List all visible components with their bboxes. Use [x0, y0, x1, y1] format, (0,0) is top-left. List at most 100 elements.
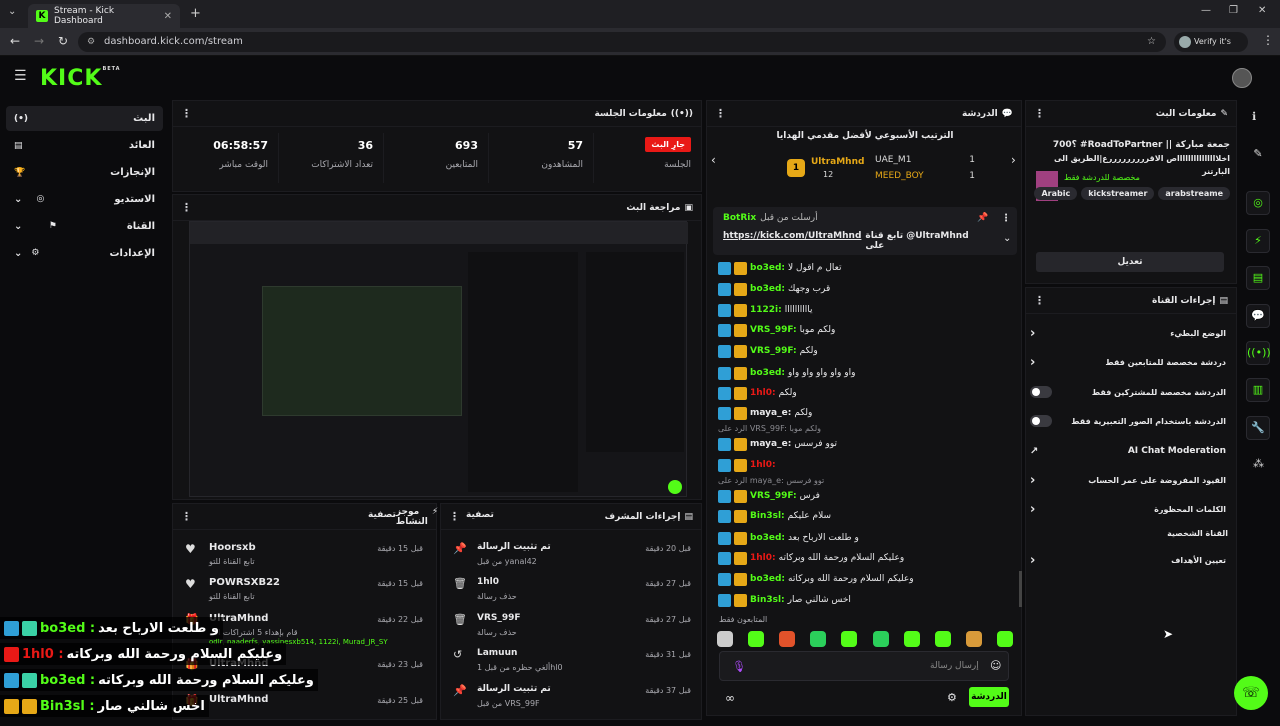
subs-only-toggle[interactable]	[1030, 386, 1052, 398]
emote[interactable]	[748, 631, 765, 647]
chat-message[interactable]: bo3ed: واو واو واو واو واو	[718, 363, 1014, 383]
help-button[interactable]: ☏	[1234, 676, 1268, 710]
more-options-icon[interactable]: ⋮	[181, 201, 192, 214]
mod-action-item[interactable]: 📌 تم تثبيت الرسالة من قبل VRS_99F قبل 37…	[449, 682, 699, 716]
more-options-icon[interactable]: ⋮	[1001, 213, 1011, 224]
emote[interactable]	[779, 631, 796, 647]
new-tab-icon[interactable]: +	[190, 6, 201, 21]
tag[interactable]: arabstreame	[1158, 187, 1230, 200]
chat-message[interactable]: Bin3sl: اخس شالني صار	[718, 590, 1014, 610]
more-options-icon[interactable]: ⋮	[181, 510, 192, 523]
mod-action-item[interactable]: 🗑 VRS_99F حذف رسالة قبل 27 دقيقة	[449, 611, 699, 645]
document-icon[interactable]: ▤	[1246, 266, 1270, 290]
chat-message[interactable]: bo3ed: وعليكم السلام ورحمة الله وبركاته	[718, 569, 1014, 589]
nav-item-studio[interactable]: ⌄ ◎ الاستديو	[6, 187, 163, 212]
emote[interactable]	[903, 631, 920, 647]
chat-icon[interactable]: 💬	[1246, 304, 1270, 328]
nav-item-settings[interactable]: ⌄ ⚙ الإعدادات	[6, 241, 163, 266]
more-options-icon[interactable]: ⋮	[715, 107, 726, 120]
emote[interactable]	[810, 631, 827, 647]
chat-message[interactable]: bo3ed: و طلعت الارباح بعد	[718, 528, 1014, 548]
url-field[interactable]: ⚙ dashboard.kick.com/stream ☆	[78, 32, 1166, 52]
category-name[interactable]: مخصصة للدردشة فقط	[1064, 173, 1140, 182]
channel-action-subs-only[interactable]: الدردشة مخصصة للمشتركين فقط	[1030, 381, 1226, 403]
chat-username[interactable]: bo3ed:	[750, 574, 785, 584]
back-icon[interactable]: ←	[10, 34, 20, 48]
channel-action-slow-mode[interactable]: › الوضع البطيء	[1030, 322, 1226, 344]
tag[interactable]: kickstreamer	[1081, 187, 1155, 200]
nav-item-revenue[interactable]: ▤ العائد	[6, 133, 163, 158]
layout-icon[interactable]: ▥	[1246, 378, 1270, 402]
mod-action-item[interactable]: ↺ Lamuun ألغي حظره من قبل 1hl0 قبل 31 دق…	[449, 646, 699, 680]
chat-username[interactable]: 1hl0:	[750, 460, 776, 470]
filter-button[interactable]: تصفية	[466, 510, 494, 523]
more-options-icon[interactable]: ⋮	[1034, 107, 1045, 120]
chat-username[interactable]: 1hl0:	[750, 388, 776, 398]
nav-item-achievements[interactable]: 🏆 الإنجازات	[6, 160, 163, 185]
chat-message[interactable]: bo3ed: قرب وجهك	[718, 279, 1014, 299]
activity-item[interactable]: ♥ POWRSXB22 تابع القناة للتو قبل 15 دقيق…	[181, 575, 431, 609]
chat-message[interactable]: 1hl0:	[718, 455, 1014, 475]
stream-video-preview[interactable]	[189, 221, 688, 497]
mod-action-item[interactable]: 📌 تم تثبيت الرسالة من قبل yanal42 قبل 20…	[449, 540, 699, 574]
chat-username[interactable]: VRS_99F:	[750, 346, 797, 356]
chat-scrollbar[interactable]	[1019, 571, 1022, 607]
nav-item-channel[interactable]: ⌄ ⚑ القناة	[6, 214, 163, 239]
kick-logo[interactable]: KICKBETA	[40, 66, 121, 91]
emote[interactable]	[934, 631, 951, 647]
emoji-icon[interactable]: ☺	[990, 659, 1001, 672]
emote-only-toggle[interactable]	[1030, 415, 1052, 427]
tag[interactable]: Arabic	[1034, 187, 1078, 200]
maximize-icon[interactable]: ❐	[1229, 5, 1238, 16]
channel-action-banned-words[interactable]: › الكلمات المحظورة	[1030, 498, 1226, 520]
pinned-link[interactable]: https://kick.com/UltraMhnd	[723, 231, 861, 251]
edit-button[interactable]: تعديل	[1036, 252, 1224, 272]
close-window-icon[interactable]: ✕	[1258, 5, 1266, 16]
bookmark-star-icon[interactable]: ☆	[1147, 32, 1156, 52]
settings-gear-icon[interactable]: ⚙	[947, 691, 957, 704]
chat-username[interactable]: bo3ed:	[750, 533, 785, 543]
chat-message[interactable]: VRS_99F: ولكم	[718, 341, 1014, 361]
chat-message[interactable]: maya_e: توو فرسس	[718, 434, 1014, 454]
chevron-right-icon[interactable]: ›	[1011, 153, 1016, 167]
chat-message[interactable]: Bin3sl: سلام عليكم	[718, 506, 1014, 526]
hamburger-menu-icon[interactable]: ☰	[14, 68, 27, 84]
emote[interactable]	[872, 631, 889, 647]
chat-username[interactable]: Bin3sl:	[750, 595, 785, 605]
chat-message[interactable]: 1hl0: وعليكم السلام ورحمة الله وبركاته	[718, 548, 1014, 568]
channel-action-emote-only[interactable]: الدردشة باستخدام الصور التعبيرية فقط	[1030, 410, 1226, 432]
send-chat-button[interactable]: الدردشة	[969, 687, 1009, 707]
reload-icon[interactable]: ↻	[58, 34, 68, 48]
chat-message[interactable]: maya_e: ولكم	[718, 403, 1014, 423]
chat-username[interactable]: bo3ed:	[750, 263, 785, 273]
pin-icon[interactable]: 📌	[977, 213, 988, 223]
site-info-icon[interactable]: ⚙	[87, 32, 95, 52]
chat-message[interactable]: VRS_99F: فرس	[718, 486, 1014, 506]
mod-action-item[interactable]: 🗑 1hl0 حذف رسالة قبل 27 دقيقة	[449, 575, 699, 609]
channel-action-ai-moderation[interactable]: ↗ AI Chat Moderation	[1030, 440, 1226, 462]
chat-message[interactable]: 1122i: ياااااااااا	[718, 300, 1014, 320]
chat-username[interactable]: VRS_99F:	[750, 325, 797, 335]
emote[interactable]	[717, 631, 733, 647]
more-options-icon[interactable]: ⋮	[449, 510, 460, 523]
infinity-icon[interactable]: ∞	[725, 691, 735, 705]
chat-username[interactable]: bo3ed:	[750, 284, 785, 294]
channel-action-account-age[interactable]: › القيود المفروضة على عمر الحساب	[1030, 469, 1226, 491]
browser-menu-icon[interactable]: ⋮	[1262, 33, 1274, 47]
target-icon[interactable]: ◎	[1246, 191, 1270, 215]
chat-message[interactable]: bo3ed: تعال م اقول لا	[718, 258, 1014, 278]
verify-button[interactable]: Verify it's you	[1174, 32, 1248, 66]
channel-action-goals[interactable]: › تعيين الأهداف	[1030, 549, 1226, 571]
info-icon[interactable]: ℹ	[1252, 110, 1256, 123]
channel-action-followers-only[interactable]: › دردشة مخصصة للمتابعين فقط	[1030, 351, 1226, 373]
emote[interactable]	[996, 631, 1013, 647]
chat-username[interactable]: bo3ed:	[750, 368, 785, 378]
minimize-icon[interactable]: —	[1201, 5, 1211, 16]
more-options-icon[interactable]: ⋮	[181, 107, 192, 120]
fullscreen-icon[interactable]	[668, 480, 682, 494]
browser-tab[interactable]: K Stream - Kick Dashboard ✕	[28, 4, 180, 28]
nav-item-stream[interactable]: (•) البث	[6, 106, 163, 131]
emote[interactable]	[841, 631, 858, 647]
chevron-left-icon[interactable]: ‹	[711, 153, 716, 167]
pencil-icon[interactable]: ✎	[1246, 143, 1270, 167]
